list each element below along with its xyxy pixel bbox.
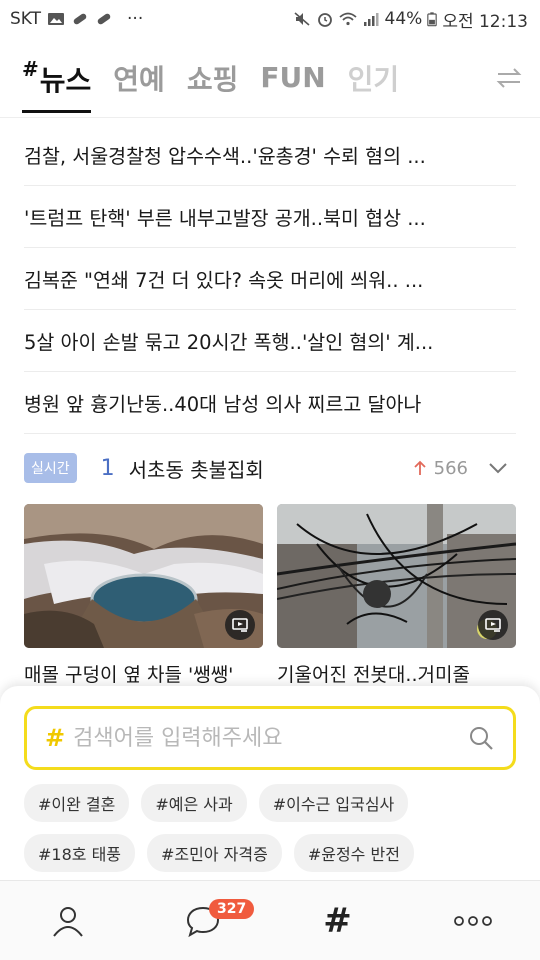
- news-item[interactable]: 검찰, 서울경찰청 압수수색..'윤총경' 수뢰 혐의 ...: [24, 124, 516, 186]
- trending-rank: 1: [100, 455, 115, 481]
- search-input[interactable]: [73, 725, 467, 751]
- realtime-trending[interactable]: 실시간 1 서초동 촛불집회 566: [24, 436, 516, 500]
- news-list: 검찰, 서울경찰청 압수수색..'윤총경' 수뢰 혐의 ... '트럼프 탄핵'…: [24, 124, 516, 434]
- mute-icon: [293, 12, 310, 26]
- video-thumbnail: [24, 504, 263, 648]
- trending-tags: #이완 결혼 #예은 사과 #이수근 입국심사 #18호 태풍 #조민아 자격증…: [24, 784, 516, 872]
- realtime-badge: 실시간: [24, 453, 77, 483]
- video-play-icon: [225, 610, 255, 640]
- wifi-icon: [338, 12, 357, 26]
- search-box[interactable]: #: [24, 706, 516, 770]
- video-title: 매몰 구덩이 옆 차들 '쌩쌩': [24, 664, 234, 686]
- tag-chip[interactable]: #이완 결혼: [24, 784, 130, 822]
- news-headline: 검찰, 서울경찰청 압수수색..'윤총경' 수뢰 혐의 ...: [24, 145, 426, 168]
- more-dots-icon: [453, 915, 492, 926]
- battery-icon: [427, 12, 438, 27]
- battery-percent: 44%: [384, 9, 423, 29]
- search-panel: # #이완 결혼 #예은 사과 #이수근 입국심사 #18호 태풍 #조민아 자…: [0, 686, 540, 880]
- video-card[interactable]: 기울어진 전봇대..거미줄: [277, 504, 516, 687]
- pill-icon: [73, 13, 87, 25]
- chevron-down-icon[interactable]: [476, 458, 516, 478]
- clock: 오전 12:13: [442, 11, 528, 32]
- trending-title: 서초동 촛불집회: [128, 457, 264, 482]
- carrier-label: SKT: [10, 9, 42, 29]
- more-notifications-icon: ···: [127, 9, 144, 29]
- up-arrow-icon: [414, 460, 426, 475]
- nav-chat[interactable]: 327: [135, 881, 270, 960]
- hashtag-icon: #: [45, 724, 66, 752]
- alarm-icon: [317, 13, 332, 27]
- video-thumbnail: [277, 504, 516, 648]
- tab-news-label: 뉴스: [39, 63, 92, 97]
- tab-entertainment[interactable]: 연예: [113, 58, 165, 98]
- video-title: 기울어진 전봇대..거미줄: [277, 664, 470, 686]
- tab-news[interactable]: #뉴스: [22, 56, 92, 113]
- tab-fun[interactable]: FUN: [260, 61, 325, 94]
- hashtag-nav-icon: #: [323, 900, 352, 941]
- trending-count: 566: [433, 457, 468, 479]
- news-headline: '트럼프 탄핵' 부른 내부고발장 공개..북미 협상 ...: [24, 207, 426, 230]
- tab-edit-button[interactable]: [478, 38, 540, 117]
- tab-shopping[interactable]: 쇼핑: [187, 58, 239, 98]
- video-cards: 매몰 구덩이 옆 차들 '쌩쌩' 기울어진 전봇대..거미줄: [24, 504, 516, 687]
- news-headline: 김복준 "연쇄 7건 더 있다? 속옷 머리에 씌워.. ...: [24, 269, 424, 292]
- nav-profile[interactable]: [0, 881, 135, 960]
- signal-icon: [363, 13, 379, 26]
- news-item[interactable]: 김복준 "연쇄 7건 더 있다? 속옷 머리에 씌워.. ...: [24, 248, 516, 310]
- category-tabs: #뉴스 연예 쇼핑 FUN 인기: [0, 38, 540, 118]
- tab-popular[interactable]: 인기: [348, 58, 400, 98]
- news-item[interactable]: 병원 앞 흉기난동..40대 남성 의사 찌르고 달아나: [24, 372, 516, 434]
- news-item[interactable]: 5살 아이 손발 묶고 20시간 폭행..'살인 혐의' 계...: [24, 310, 516, 372]
- status-bar: SKT ··· 44% 오전 12:13: [0, 0, 540, 38]
- pill-icon-2: [97, 13, 111, 25]
- tab-hash: #: [22, 56, 39, 81]
- video-card[interactable]: 매몰 구덩이 옆 차들 '쌩쌩': [24, 504, 263, 687]
- nav-more[interactable]: [405, 881, 540, 960]
- tag-chip[interactable]: #조민아 자격증: [147, 834, 282, 872]
- search-icon[interactable]: [467, 724, 495, 752]
- chat-badge: 327: [209, 898, 255, 919]
- tag-chip[interactable]: #18호 태풍: [24, 834, 136, 872]
- swap-arrows-icon: [496, 68, 522, 88]
- tabs-fade: [440, 38, 480, 117]
- tag-chip[interactable]: #예은 사과: [141, 784, 247, 822]
- tag-chip[interactable]: #윤정수 반전: [293, 834, 414, 872]
- tag-chip[interactable]: #이수근 입국심사: [258, 784, 409, 822]
- nav-hash[interactable]: #: [270, 881, 405, 960]
- video-play-icon: [478, 610, 508, 640]
- news-item[interactable]: '트럼프 탄핵' 부른 내부고발장 공개..북미 협상 ...: [24, 186, 516, 248]
- image-icon: [48, 13, 65, 25]
- news-headline: 병원 앞 흉기난동..40대 남성 의사 찌르고 달아나: [24, 393, 422, 416]
- person-icon: [52, 906, 83, 937]
- news-headline: 5살 아이 손발 묶고 20시간 폭행..'살인 혐의' 계...: [24, 331, 434, 354]
- bottom-nav: 327 #: [0, 880, 540, 960]
